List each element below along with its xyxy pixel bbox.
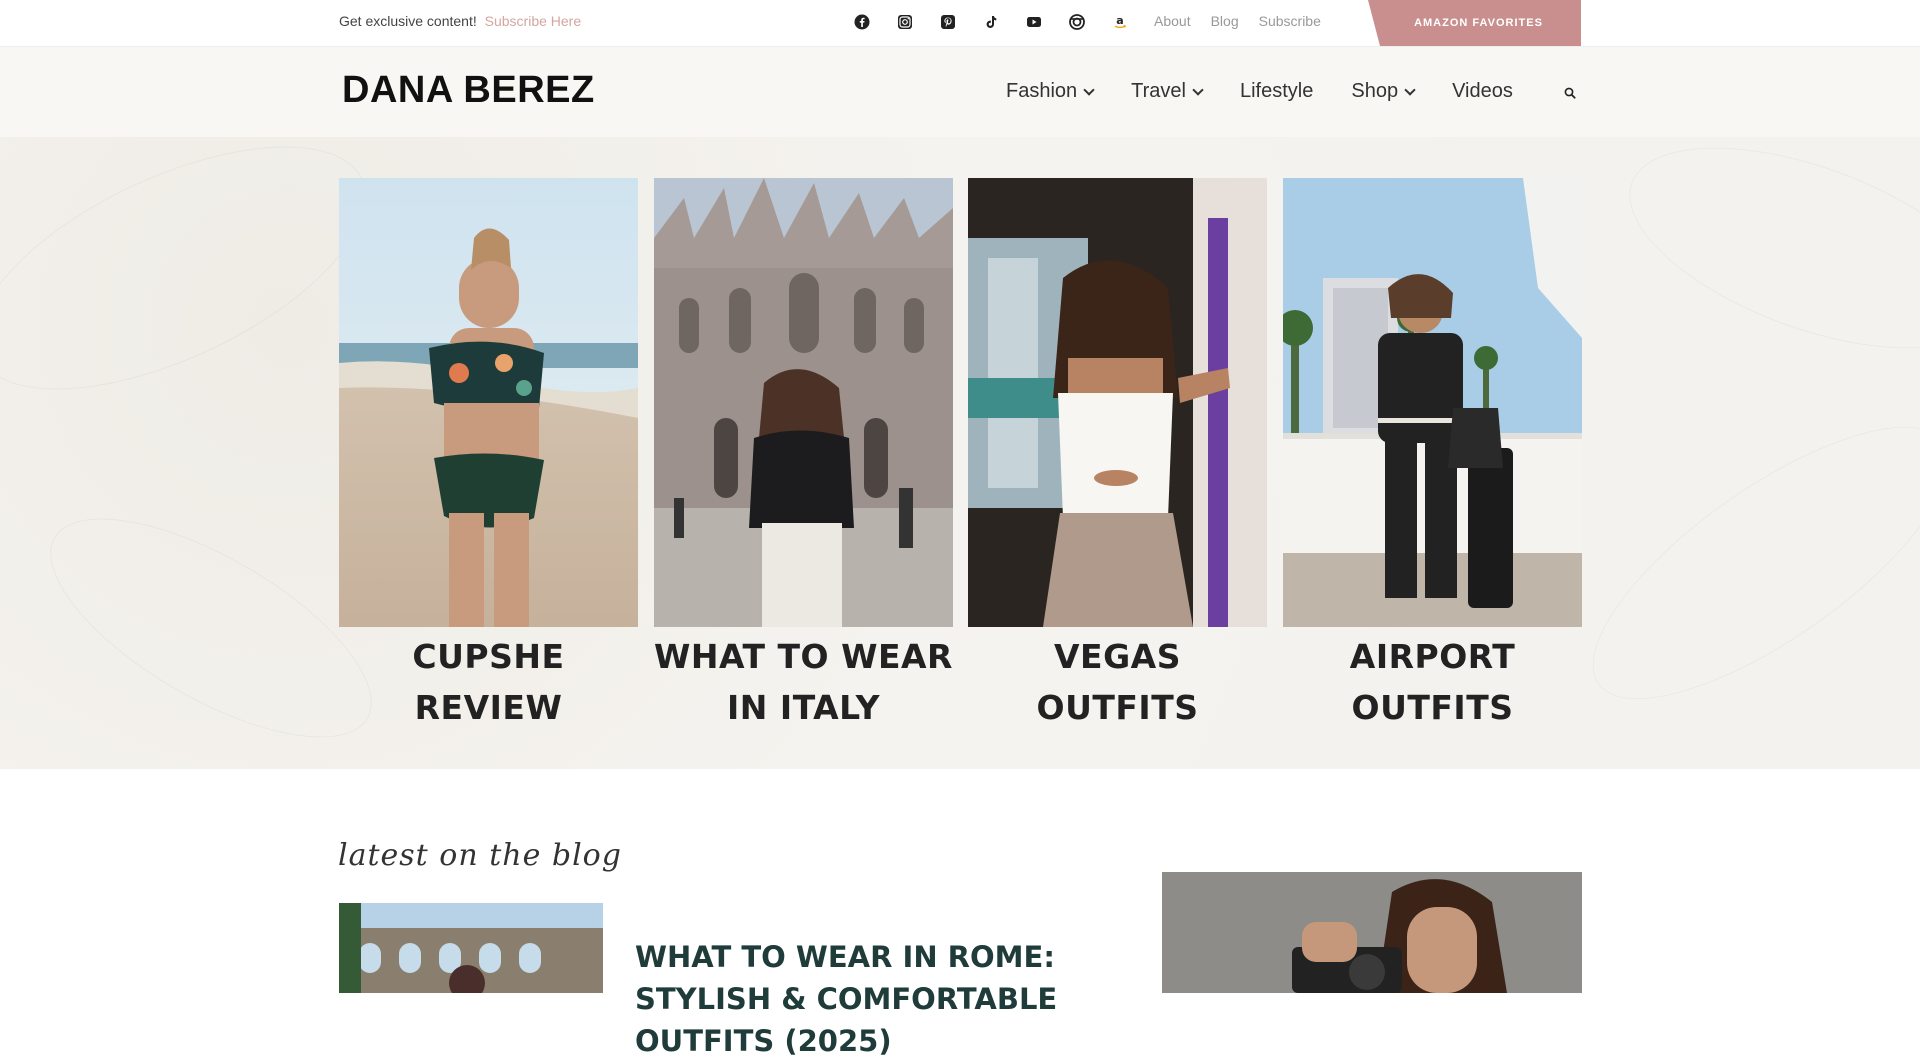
chevron-down-icon [1083, 83, 1095, 96]
amazon-icon[interactable]: a [1111, 13, 1129, 31]
background-leaf [1554, 379, 1920, 747]
featured-card-airport[interactable]: AIRPORT OUTFITS [1283, 178, 1582, 733]
site-logo[interactable]: DANA BEREZ [342, 69, 595, 112]
main-nav: Fashion Travel Lifestyle Shop Videos [1006, 80, 1551, 103]
featured-card-vegas[interactable]: VEGAS OUTFITS [968, 178, 1267, 733]
tiktok-icon[interactable] [982, 13, 1000, 31]
featured-photo-beach[interactable] [339, 178, 638, 627]
nav-item-shop[interactable]: Shop [1351, 80, 1416, 103]
blog-section-heading: latest on the blog [338, 838, 622, 873]
instagram-icon[interactable] [896, 13, 914, 31]
featured-photo-airport[interactable] [1283, 178, 1582, 627]
featured-photo-vegas[interactable] [968, 178, 1267, 627]
search-icon[interactable] [1563, 86, 1577, 100]
background-leaf [1603, 106, 1920, 390]
featured-title[interactable]: AIRPORT OUTFITS [1283, 631, 1582, 733]
nav-label: Travel [1131, 80, 1186, 102]
featured-photo-cathedral[interactable] [654, 178, 953, 627]
promo-text: Get exclusive content! [339, 13, 477, 29]
subscribe-here-link[interactable]: Subscribe Here [485, 13, 582, 29]
nav-item-lifestyle[interactable]: Lifestyle [1240, 80, 1313, 103]
facebook-icon[interactable] [853, 13, 871, 31]
featured-section: CUPSHE REVIEW WHAT TO WEAR IN ITALY VEGA… [0, 96, 1920, 780]
chevron-down-icon [1192, 83, 1204, 96]
nav-label: Fashion [1006, 80, 1078, 102]
amazon-favorites-button[interactable]: AMAZON FAVORITES [1368, 0, 1581, 46]
svg-text:a: a [1116, 14, 1123, 27]
nav-label: Shop [1351, 80, 1399, 102]
about-link[interactable]: About [1154, 13, 1191, 29]
nav-label: Lifestyle [1239, 80, 1314, 102]
top-bar: Get exclusive content! Subscribe Here a … [0, 0, 1920, 47]
top-links: About Blog Subscribe [1154, 13, 1341, 29]
featured-card-cupshe[interactable]: CUPSHE REVIEW [339, 178, 638, 733]
nav-item-travel[interactable]: Travel [1131, 80, 1204, 103]
nav-item-fashion[interactable]: Fashion [1006, 80, 1095, 103]
blog-link[interactable]: Blog [1211, 13, 1239, 29]
author-photo[interactable] [1162, 872, 1582, 993]
post-title[interactable]: WHAT TO WEAR IN ROME: STYLISH & COMFORTA… [635, 936, 1115, 1062]
social-icons: a [853, 13, 1154, 31]
featured-title[interactable]: VEGAS OUTFITS [968, 631, 1267, 733]
promo: Get exclusive content! Subscribe Here [339, 13, 581, 29]
ltk-icon[interactable] [1068, 13, 1086, 31]
nav-item-videos[interactable]: Videos [1452, 80, 1513, 103]
chevron-down-icon [1404, 83, 1416, 96]
subscribe-link[interactable]: Subscribe [1259, 13, 1321, 29]
featured-card-italy[interactable]: WHAT TO WEAR IN ITALY [654, 178, 953, 733]
featured-title[interactable]: WHAT TO WEAR IN ITALY [654, 631, 953, 733]
nav-label: Videos [1452, 80, 1513, 102]
post-thumbnail[interactable] [339, 903, 603, 993]
site-header: DANA BEREZ Fashion Travel Lifestyle Shop… [0, 47, 1920, 137]
featured-title[interactable]: CUPSHE REVIEW [339, 631, 638, 733]
youtube-icon[interactable] [1025, 13, 1043, 31]
pinterest-icon[interactable] [939, 13, 957, 31]
